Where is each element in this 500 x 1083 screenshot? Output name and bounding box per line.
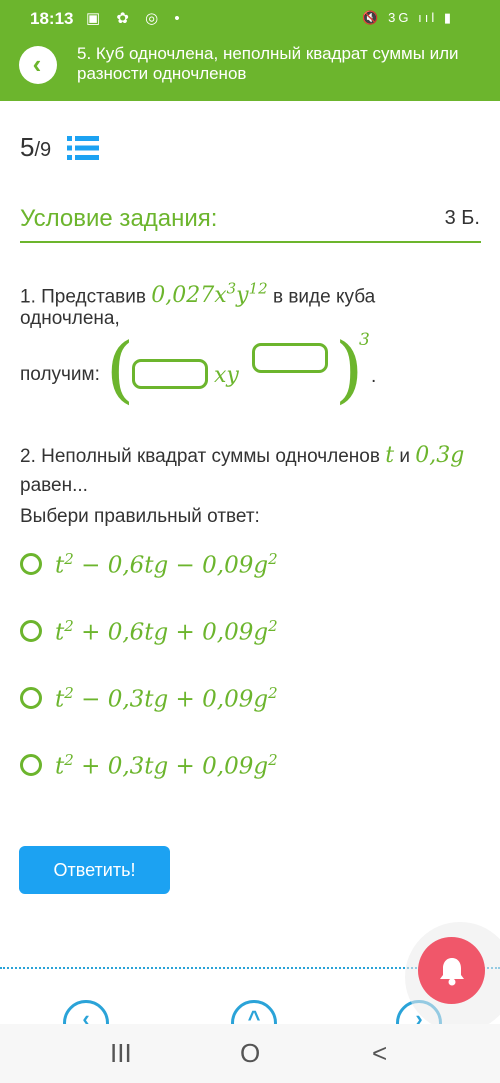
- status-bar: 18:13 ▣ ✿ ◎ • 🔇 3G ııl ▮: [0, 0, 500, 38]
- chevron-left-icon: ‹: [32, 48, 42, 79]
- question2-var-g: 0,3g: [415, 443, 465, 468]
- answer-variables: xy: [214, 363, 239, 388]
- opt-rest: − 0,3tg + 0,09g: [73, 686, 269, 713]
- task-list-icon[interactable]: [67, 135, 99, 161]
- opt-rest: + 0,3tg + 0,09g: [73, 753, 269, 780]
- recents-icon[interactable]: III: [110, 1038, 132, 1069]
- question2-line2: равен...: [20, 475, 88, 496]
- opt-exp2: 2: [268, 616, 278, 635]
- status-time: 18:13: [30, 9, 74, 28]
- option-expression: t2 + 0,6tg + 0,09g2: [55, 617, 278, 646]
- expr-var-y: y: [236, 283, 249, 309]
- opt-base: t: [55, 753, 65, 780]
- section-divider: [20, 241, 481, 243]
- radio-button[interactable]: [20, 687, 42, 709]
- system-nav-bar: III O <: [0, 1024, 500, 1083]
- system-back-icon[interactable]: <: [372, 1038, 387, 1069]
- question1-text: 1. Представив: [20, 286, 152, 308]
- opt-exp: 2: [64, 683, 74, 702]
- app-header: ‹ 5. Куб одночлена, неполный квадрат сум…: [0, 38, 500, 101]
- question2-line1: 2. Неполный квадрат суммы одночленов t и…: [20, 443, 464, 470]
- opt-exp: 2: [64, 549, 74, 568]
- back-button[interactable]: ‹: [19, 46, 57, 84]
- status-system-icons: 🔇 3G ııl ▮: [362, 10, 454, 25]
- answer-label: получим:: [20, 364, 100, 385]
- question2-instruction: Выбери правильный ответ:: [20, 506, 260, 527]
- question1-text-after: в виде куба: [267, 286, 376, 308]
- question2-text: 2. Неполный квадрат суммы одночленов: [20, 446, 386, 467]
- opt-base: t: [55, 552, 65, 579]
- expr-exponent-y: 12: [248, 280, 268, 298]
- submit-button[interactable]: Ответить!: [19, 846, 170, 894]
- opt-rest: + 0,6tg + 0,09g: [73, 619, 269, 646]
- opt-exp: 2: [64, 616, 74, 635]
- left-paren: (: [106, 327, 135, 411]
- opt-base: t: [55, 686, 65, 713]
- header-title: 5. Куб одночлена, неполный квадрат суммы…: [77, 44, 459, 83]
- exponent-input[interactable]: [252, 343, 328, 373]
- option-expression: t2 + 0,3tg + 0,09g2: [55, 751, 278, 780]
- opt-rest: − 0,6tg − 0,09g: [73, 552, 269, 579]
- question2-var-t: t: [385, 443, 395, 468]
- notification-bell-button[interactable]: [418, 937, 485, 1004]
- question2-conj: и: [394, 446, 416, 467]
- radio-button[interactable]: [20, 553, 42, 575]
- answer-option-4[interactable]: t2 + 0,3tg + 0,09g2: [20, 748, 278, 782]
- progress-current: 5: [20, 132, 35, 162]
- bell-icon: [439, 957, 464, 985]
- task-points: 3 Б.: [444, 207, 480, 229]
- section-title: Условие задания:: [20, 205, 218, 232]
- outer-exponent: 3: [359, 330, 370, 350]
- question1-expression: 0,027x3y12: [151, 280, 268, 309]
- coefficient-input[interactable]: [132, 359, 208, 389]
- answer-option-3[interactable]: t2 − 0,3tg + 0,09g2: [20, 681, 278, 715]
- option-expression: t2 − 0,6tg − 0,09g2: [55, 550, 278, 579]
- task-progress: 5/9: [20, 132, 51, 163]
- expr-exponent-x: 3: [226, 280, 237, 298]
- answer-option-2[interactable]: t2 + 0,6tg + 0,09g2: [20, 614, 278, 648]
- radio-button[interactable]: [20, 754, 42, 776]
- home-icon[interactable]: O: [240, 1038, 260, 1069]
- expr-base: 0,027x: [151, 283, 227, 309]
- radio-button[interactable]: [20, 620, 42, 642]
- answer-period: .: [371, 366, 377, 387]
- opt-exp2: 2: [268, 750, 278, 769]
- answer-option-1[interactable]: t2 − 0,6tg − 0,09g2: [20, 547, 278, 581]
- opt-exp2: 2: [268, 549, 278, 568]
- opt-exp: 2: [64, 750, 74, 769]
- progress-total: /9: [34, 139, 52, 161]
- status-notification-icons: ▣ ✿ ◎ •: [86, 10, 186, 27]
- opt-base: t: [55, 619, 65, 646]
- option-expression: t2 − 0,3tg + 0,09g2: [55, 684, 278, 713]
- question1-line2: одночлена,: [20, 308, 120, 329]
- opt-exp2: 2: [268, 683, 278, 702]
